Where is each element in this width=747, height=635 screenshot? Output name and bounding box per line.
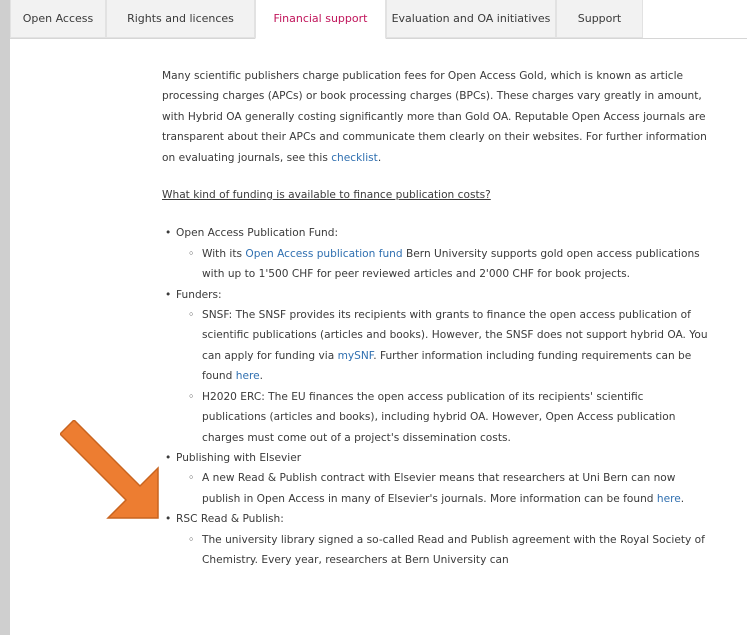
tab-support[interactable]: Support bbox=[556, 0, 643, 38]
list-item-rsc: RSC Read & Publish: The university libra… bbox=[162, 509, 710, 570]
checklist-link[interactable]: checklist bbox=[331, 152, 378, 164]
tab-rights-and-licences[interactable]: Rights and licences bbox=[106, 0, 255, 38]
list-subitem-h2020: H2020 ERC: The EU finances the open acce… bbox=[176, 387, 710, 448]
elsevier-here-link[interactable]: here bbox=[657, 493, 681, 505]
mysnf-link[interactable]: mySNF bbox=[338, 350, 374, 362]
list-item-oa-fund: Open Access Publication Fund: With its O… bbox=[162, 223, 710, 284]
tab-bar: Open Access Rights and licences Financia… bbox=[10, 0, 747, 39]
tab-open-access[interactable]: Open Access bbox=[10, 0, 106, 38]
tab-financial-support[interactable]: Financial support bbox=[255, 0, 386, 39]
list-subitem-snsf: SNSF: The SNSF provides its recipients w… bbox=[176, 305, 710, 387]
funding-list: Open Access Publication Fund: With its O… bbox=[162, 223, 710, 570]
main-content: Many scientific publishers charge public… bbox=[162, 66, 710, 570]
intro-text: Many scientific publishers charge public… bbox=[162, 70, 707, 164]
oa-publication-fund-link[interactable]: Open Access publication fund bbox=[245, 248, 402, 260]
intro-paragraph: Many scientific publishers charge public… bbox=[162, 70, 707, 164]
list-subitem-oa-fund: With its Open Access publication fund Be… bbox=[176, 244, 710, 285]
funding-question-heading: What kind of funding is available to fin… bbox=[162, 189, 491, 202]
list-item-funders: Funders: SNSF: The SNSF provides its rec… bbox=[162, 285, 710, 448]
tab-evaluation-and-oa-initiatives[interactable]: Evaluation and OA initiatives bbox=[386, 0, 556, 38]
orange-arrow-icon bbox=[60, 420, 159, 519]
left-gray-strip bbox=[0, 0, 10, 635]
list-subitem-elsevier: A new Read & Publish contract with Elsev… bbox=[176, 468, 710, 509]
snsf-here-link[interactable]: here bbox=[236, 370, 260, 382]
list-subitem-rsc: The university library signed a so-calle… bbox=[176, 530, 710, 571]
list-item-elsevier: Publishing with Elsevier A new Read & Pu… bbox=[162, 448, 710, 509]
